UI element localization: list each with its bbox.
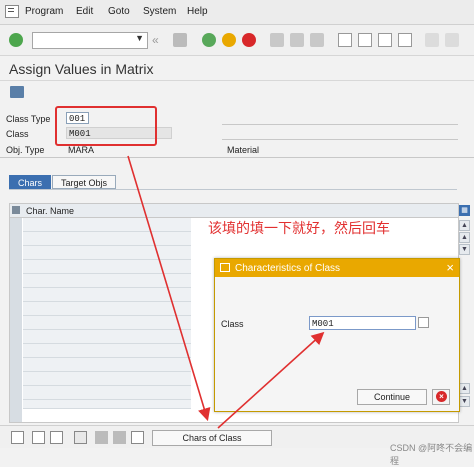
- arrow-to-chars-button: [127, 155, 211, 422]
- watermark: CSDN @阿咚不会编程: [390, 443, 473, 466]
- arrow-to-dialog-input: [217, 331, 325, 429]
- annotation-arrows: [127, 155, 325, 429]
